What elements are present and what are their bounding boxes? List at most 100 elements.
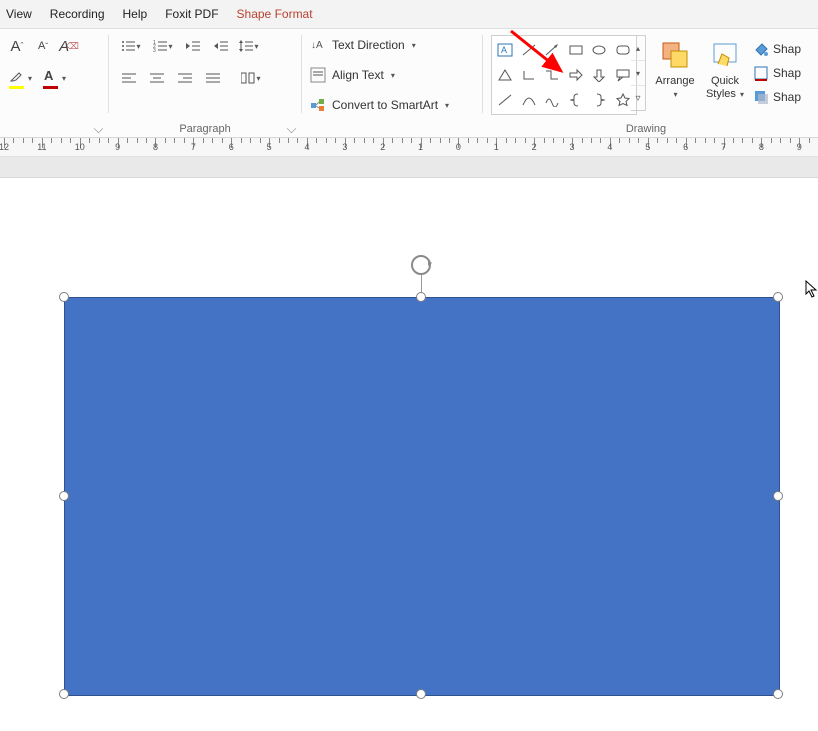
- highlighter-icon: [10, 70, 22, 82]
- numbering-icon: 123: [153, 40, 167, 52]
- resize-handle-n[interactable]: [416, 292, 426, 302]
- bullets-icon: [121, 40, 135, 52]
- increase-indent-button[interactable]: [209, 35, 233, 57]
- rectangle-icon: [568, 43, 584, 57]
- ruler-label: 6: [683, 142, 688, 152]
- align-center-button[interactable]: [145, 67, 169, 89]
- align-right-icon: [178, 72, 192, 84]
- arrow-down-icon: [591, 68, 607, 82]
- left-brace-icon: [568, 93, 584, 107]
- mouse-cursor-icon: [805, 280, 818, 298]
- arrange-button[interactable]: Arrange▾: [651, 35, 699, 101]
- smartart-icon: [310, 97, 326, 113]
- decrease-indent-button[interactable]: [181, 35, 205, 57]
- selected-rectangle-shape[interactable]: [64, 297, 778, 694]
- bullets-button[interactable]: ▾: [117, 35, 145, 57]
- shapes-gallery-scroll[interactable]: ▴ ▾ ▿: [631, 35, 646, 111]
- svg-text:↓A: ↓A: [311, 40, 323, 51]
- resize-handle-nw[interactable]: [59, 292, 69, 302]
- menu-foxit-pdf[interactable]: Foxit PDF: [165, 7, 218, 21]
- increase-font-size-button[interactable]: Aˆ: [6, 35, 28, 57]
- menu-recording[interactable]: Recording: [50, 7, 105, 21]
- ruler-label: 0: [456, 142, 461, 152]
- align-center-icon: [150, 72, 164, 84]
- ruler-label: 2: [532, 142, 537, 152]
- star-icon: [615, 93, 631, 107]
- numbering-button[interactable]: 123▾: [149, 35, 177, 57]
- freeform-line-icon: [497, 93, 513, 107]
- rounded-rectangle-icon: [615, 43, 631, 57]
- ruler-label: 5: [267, 142, 272, 152]
- oval-icon: [591, 43, 607, 57]
- ruler-label: 3: [342, 142, 347, 152]
- group-text-layout: ↓A Text Direction▾ Align Text▾ Convert t…: [302, 29, 482, 137]
- decrease-indent-icon: [186, 40, 200, 52]
- ruler-label: 9: [115, 142, 120, 152]
- ruler-label: 8: [153, 142, 158, 152]
- ruler-label: 10: [75, 142, 85, 152]
- group-font: Aˆ Aˇ A ⌫ ▾ A ▾: [0, 29, 108, 137]
- gallery-more-icon[interactable]: ▿: [631, 86, 645, 110]
- menu-help[interactable]: Help: [123, 7, 148, 21]
- align-left-icon: [122, 72, 136, 84]
- shape-outline-button[interactable]: Shap: [753, 61, 801, 85]
- rotation-handle[interactable]: [411, 255, 431, 297]
- columns-button[interactable]: ▾: [239, 67, 263, 89]
- shape-style-options: Shap Shap Shap: [753, 37, 801, 109]
- menu-view[interactable]: View: [6, 7, 32, 21]
- decrease-font-size-button[interactable]: Aˇ: [32, 35, 54, 57]
- justify-icon: [206, 72, 220, 84]
- horizontal-ruler[interactable]: 1211109876543210123456789: [0, 138, 818, 157]
- scribble-icon: [544, 93, 560, 107]
- resize-handle-s[interactable]: [416, 689, 426, 699]
- slide-canvas[interactable]: [0, 178, 818, 731]
- right-brace-icon: [591, 93, 607, 107]
- shapes-gallery[interactable]: A: [491, 35, 637, 115]
- ribbon: Aˆ Aˇ A ⌫ ▾ A ▾: [0, 29, 818, 138]
- resize-handle-ne[interactable]: [773, 292, 783, 302]
- text-highlight-button[interactable]: ▾: [6, 67, 34, 91]
- text-direction-button[interactable]: ↓A Text Direction▾: [310, 31, 482, 59]
- line-spacing-icon: [239, 39, 253, 53]
- align-text-button[interactable]: Align Text▾: [310, 61, 482, 89]
- quick-styles-button[interactable]: QuickStyles ▾: [701, 35, 749, 101]
- font-color-swatch: [43, 86, 58, 89]
- shape-fill-button[interactable]: Shap: [753, 37, 801, 61]
- menu-shape-format[interactable]: Shape Format: [237, 7, 313, 21]
- paint-bucket-icon: [753, 41, 769, 57]
- shape-effects-button[interactable]: Shap: [753, 85, 801, 109]
- line-icon: [521, 43, 537, 57]
- curve-icon: [521, 93, 537, 107]
- increase-indent-icon: [214, 40, 228, 52]
- ruler-gap: [0, 157, 818, 178]
- menu-bar: View Recording Help Foxit PDF Shape Form…: [0, 0, 818, 29]
- convert-smartart-button[interactable]: Convert to SmartArt▾: [310, 91, 482, 119]
- gallery-up-icon[interactable]: ▴: [631, 36, 645, 61]
- triangle-icon: [497, 68, 513, 82]
- resize-handle-se[interactable]: [773, 689, 783, 699]
- ruler-label: 7: [191, 142, 196, 152]
- elbow-connector-icon: [544, 68, 560, 82]
- font-dialog-launcher[interactable]: [94, 124, 103, 133]
- ruler-label: 12: [0, 142, 9, 152]
- align-left-button[interactable]: [117, 67, 141, 89]
- font-color-button[interactable]: A ▾: [40, 67, 68, 91]
- arrow-right-icon: [568, 68, 584, 82]
- align-right-button[interactable]: [173, 67, 197, 89]
- line-spacing-button[interactable]: ▾: [237, 35, 261, 57]
- line-arrow-icon: [544, 43, 560, 57]
- ruler-label: 4: [304, 142, 309, 152]
- gallery-down-icon[interactable]: ▾: [631, 61, 645, 86]
- align-text-icon: [310, 67, 326, 83]
- justify-button[interactable]: [201, 67, 225, 89]
- clear-formatting-button[interactable]: A ⌫: [58, 35, 80, 57]
- resize-handle-e[interactable]: [773, 491, 783, 501]
- arrange-icon: [651, 35, 699, 75]
- resize-handle-w[interactable]: [59, 491, 69, 501]
- columns-icon: [241, 72, 255, 84]
- resize-handle-sw[interactable]: [59, 689, 69, 699]
- ruler-label: 8: [759, 142, 764, 152]
- highlight-color-swatch: [9, 86, 24, 89]
- quick-styles-icon: [701, 35, 749, 75]
- rectangle-fill: [64, 297, 780, 696]
